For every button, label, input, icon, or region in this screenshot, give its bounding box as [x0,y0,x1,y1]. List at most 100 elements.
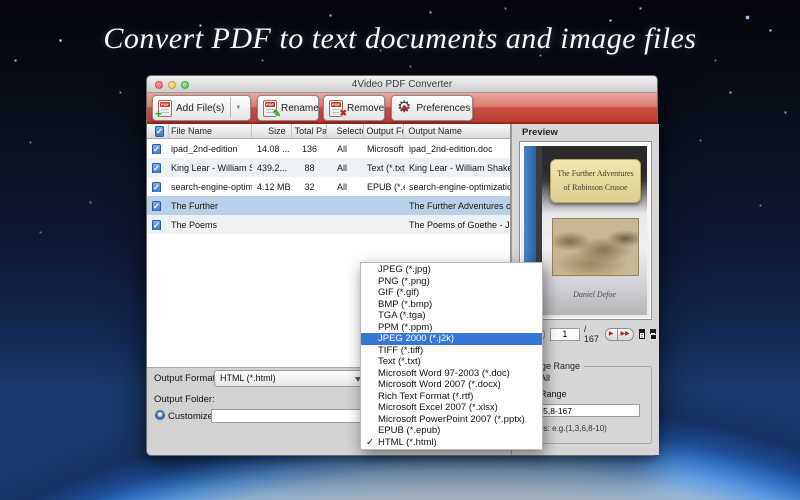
menu-item-label: JPEG (*.jpg) [378,264,431,275]
table-cell: 439.2... [252,163,292,173]
format-menu-item[interactable]: HTML (*.html) [361,437,542,449]
table-cell: 136 [292,144,327,154]
header-selected[interactable]: Selected [327,124,365,138]
page-view-icon[interactable] [639,329,645,339]
header-file-name[interactable]: File Name [169,124,252,138]
output-format-value: HTML (*.html) [220,373,276,383]
table-cell: EPUB (*.epub) [365,182,405,192]
table-cell: Microsoft ... [365,144,405,154]
book-title-line2: of Robinson Crusoe [551,181,640,195]
remove-button[interactable]: ✖ Remove [323,95,385,121]
add-file-icon: + [158,100,172,117]
row-checkbox-cell [147,144,169,154]
row-checkbox[interactable] [152,144,161,154]
add-files-button[interactable]: + Add File(s) ▼ [152,95,251,121]
format-menu-item[interactable]: TGA (*.tga) [361,310,542,322]
titlebar[interactable]: 4Video PDF Converter [147,76,657,93]
header-total-pages[interactable]: Total Pag [292,124,327,138]
range-hint: Pages: e.g.(1,3,6,8-10) [525,424,651,433]
format-menu-item[interactable]: GIF (*.gif) [361,287,542,299]
format-menu-item[interactable]: PPM (*.ppm) [361,322,542,334]
book-title-plate: The Further Adventures of Robinson Cruso… [550,159,641,203]
menu-item-label: Microsoft Excel 2007 (*.xlsx) [378,402,498,413]
format-menu-item[interactable]: TIFF (*.tiff) [361,345,542,357]
format-menu-item[interactable]: Microsoft PowerPoint 2007 (*.pptx) [361,414,542,426]
thumbnail-view-icon[interactable] [650,329,656,339]
table-cell: 4.12 MB [252,182,292,192]
row-checkbox[interactable] [152,182,161,192]
row-checkbox-cell [147,201,169,211]
table-row[interactable]: King Lear - William S...439.2...88AllTex… [147,158,510,177]
table-body: ipad_2nd-edition14.08 ...136AllMicrosoft… [147,139,510,234]
remove-label: Remove [347,103,384,114]
output-folder-input[interactable] [211,409,370,423]
table-cell: King Lear - William Shakes... [405,163,511,173]
output-format-select[interactable]: HTML (*.html) [214,370,367,387]
menu-item-label: PPM (*.ppm) [378,322,432,333]
table-cell: search-engine-optim... [169,182,252,192]
row-checkbox[interactable] [152,220,161,230]
header-checkbox-cell [147,124,169,138]
preferences-gear-icon: ⚙ [397,99,411,117]
table-cell: 88 [292,163,327,173]
table-cell: The Further Adventures of ... [405,201,511,211]
rename-icon: ✎ [263,100,277,117]
header-size[interactable]: Size [252,124,292,138]
table-cell: The Poems [169,220,252,230]
table-cell: ipad_2nd-edition [169,144,252,154]
page-number-input[interactable] [550,328,580,341]
table-cell: All [327,144,365,154]
table-cell: 14.08 ... [252,144,292,154]
format-menu-item[interactable]: PNG (*.png) [361,276,542,288]
output-format-label: Output Format: [154,373,218,384]
format-menu-item[interactable]: BMP (*.bmp) [361,299,542,311]
row-checkbox[interactable] [152,163,161,173]
menu-item-label: TGA (*.tga) [378,310,426,321]
format-menu-item[interactable]: JPEG 2000 (*.j2k) [361,333,542,345]
button-divider [230,98,231,118]
stars-background [0,0,1,1]
menu-item-label: Rich Text Format (*.rtf) [378,391,473,402]
menu-item-label: EPUB (*.epub) [378,425,440,436]
range-label: Range [540,389,567,399]
app-window: 4Video PDF Converter + Add File(s) ▼ ✎ R… [146,75,658,456]
format-menu-item[interactable]: JPEG (*.jpg) [361,264,542,276]
menu-item-label: Microsoft Word 97-2003 (*.doc) [378,368,510,379]
menu-item-label: PNG (*.png) [378,276,430,287]
next-page-button[interactable]: ▶ [605,328,618,341]
table-row[interactable]: The Further The Further Adventures of ... [147,196,510,215]
table-cell: All [327,182,365,192]
table-cell: search-engine-optimizatio... [405,182,511,192]
table-row[interactable]: The Poems The Poems of Goethe - Joh... [147,215,510,234]
table-cell: Text (*.txt) [365,163,405,173]
select-all-checkbox[interactable] [155,126,164,137]
menu-item-label: GIF (*.gif) [378,287,419,298]
format-menu-item[interactable]: Rich Text Format (*.rtf) [361,391,542,403]
table-row[interactable]: search-engine-optim...4.12 MB32AllEPUB (… [147,177,510,196]
format-menu-item[interactable]: Microsoft Excel 2007 (*.xlsx) [361,402,542,414]
book-title-line1: The Further Adventures [551,167,640,181]
table-cell: All [327,163,365,173]
row-checkbox-cell [147,163,169,173]
menu-item-label: TIFF (*.tiff) [378,345,423,356]
row-checkbox[interactable] [152,201,161,211]
table-cell: The Poems of Goethe - Joh... [405,220,511,230]
format-menu-item[interactable]: Text (*.txt) [361,356,542,368]
table-cell: The Further [169,201,252,211]
menu-item-label: JPEG 2000 (*.j2k) [378,333,454,344]
rename-button[interactable]: ✎ Rename [257,95,319,121]
format-menu-item[interactable]: Microsoft Word 2007 (*.docx) [361,379,542,391]
customize-radio[interactable] [155,410,165,420]
last-page-button[interactable]: ▶▶ [618,328,634,341]
preferences-button[interactable]: ⚙ Preferences [391,95,473,121]
chevron-down-icon[interactable]: ▼ [235,105,241,111]
format-menu-item[interactable]: EPUB (*.epub) [361,425,542,437]
header-output-format[interactable]: Output Forma [364,124,404,138]
preferences-label: Preferences [416,103,470,114]
header-output-name[interactable]: Output Name [404,124,510,138]
menu-item-label: Text (*.txt) [378,356,421,367]
output-format-menu: JPEG (*.jpg) PNG (*.png) GIF (*.gif) BMP… [360,262,543,450]
table-row[interactable]: ipad_2nd-edition14.08 ...136AllMicrosoft… [147,139,510,158]
preview-label: Preview [522,127,558,138]
format-menu-item[interactable]: Microsoft Word 97-2003 (*.doc) [361,368,542,380]
